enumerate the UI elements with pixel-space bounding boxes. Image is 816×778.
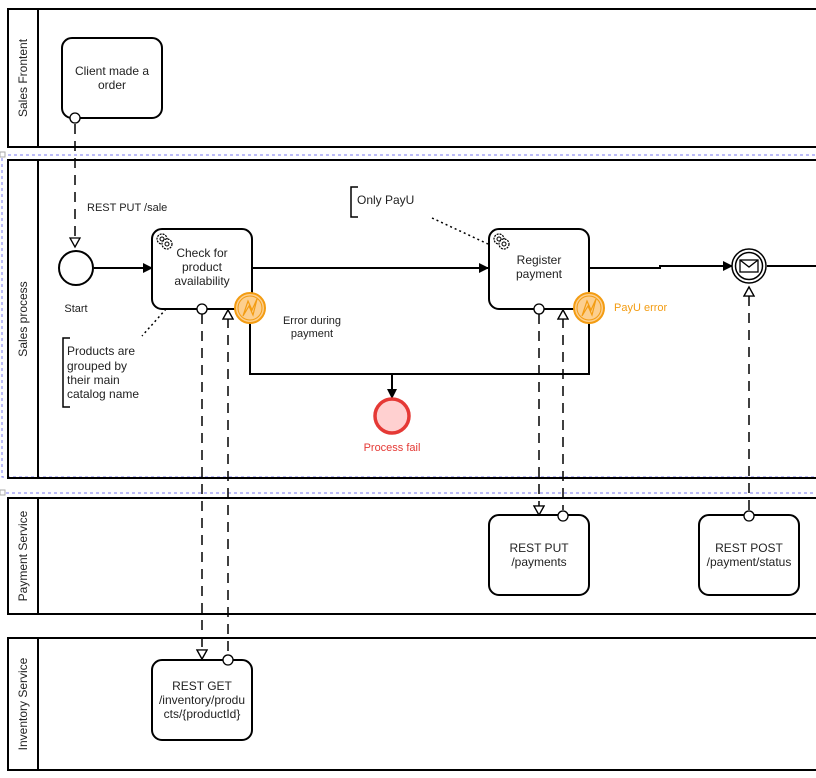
boundary-error-event-payu[interactable]	[573, 292, 605, 324]
task-label: availability	[174, 274, 229, 288]
annotation-text: Products are	[67, 344, 135, 358]
lane-payment-service[interactable]: Payment Service	[7, 497, 816, 615]
lane-inventory-service[interactable]: Inventory Service	[7, 637, 816, 771]
task-register-payment[interactable]: Register payment	[488, 228, 590, 310]
message-catch-event[interactable]	[731, 248, 767, 284]
selection-handle[interactable]	[0, 489, 6, 496]
task-label: product	[182, 260, 223, 274]
task-label: /payments	[511, 555, 566, 569]
task-label: Check for	[176, 246, 227, 260]
task-label: order	[98, 78, 126, 92]
task-label: /inventory/produ	[159, 693, 245, 707]
association-products	[141, 308, 167, 337]
message-flow-arrow-icon	[68, 237, 82, 249]
error-label: Error during	[283, 315, 341, 327]
envelope-icon	[739, 259, 759, 273]
lane-label: Payment Service	[16, 510, 30, 601]
task-rest-put-payments[interactable]: REST PUT /payments	[488, 514, 590, 596]
task-rest-post-status[interactable]: REST POST /payment/status	[698, 514, 800, 596]
task-label: /payment/status	[707, 555, 792, 569]
annotation-text: grouped by	[67, 359, 127, 373]
annotation-products-grouped[interactable]: Products are grouped by their main catal…	[62, 337, 139, 408]
annotation-text: catalog name	[67, 387, 139, 401]
annotation-text: their main	[67, 373, 120, 387]
task-label: Register	[517, 253, 562, 267]
annotation-text: Only PayU	[357, 193, 414, 207]
selection-handle[interactable]	[0, 151, 6, 158]
association-payu	[431, 217, 489, 245]
error-label: PayU error	[614, 302, 668, 314]
bpmn-diagram: Sales Frontent Sales process Payment Ser…	[0, 8, 816, 771]
lane-label: Sales Frontent	[16, 38, 30, 117]
error-label: payment	[291, 328, 333, 340]
task-label: cts/{productId}	[164, 707, 241, 721]
end-event-label: Process fail	[364, 442, 421, 454]
start-event-label: Start	[64, 303, 87, 315]
boundary-error-event-check[interactable]	[234, 292, 266, 324]
annotation-only-payu[interactable]: Only PayU	[350, 186, 414, 218]
task-label: payment	[516, 267, 563, 281]
start-event[interactable]	[58, 250, 94, 286]
task-label: REST GET	[172, 679, 232, 693]
lane-label: Sales process	[16, 281, 30, 356]
task-client-order[interactable]: Client made a order	[61, 37, 163, 119]
sequence-flow-register-to-message[interactable]	[589, 261, 733, 271]
message-flow-label: REST PUT /sale	[87, 202, 167, 214]
task-label: REST PUT	[509, 541, 569, 555]
task-label: REST POST	[715, 541, 783, 555]
end-event-process-fail[interactable]	[373, 397, 411, 435]
task-check-availability[interactable]: Check for product availability	[151, 228, 253, 310]
task-rest-get-inventory[interactable]: REST GET /inventory/produ cts/{productId…	[151, 659, 253, 741]
task-label: Client made a	[75, 64, 149, 78]
lane-label: Inventory Service	[16, 657, 30, 750]
